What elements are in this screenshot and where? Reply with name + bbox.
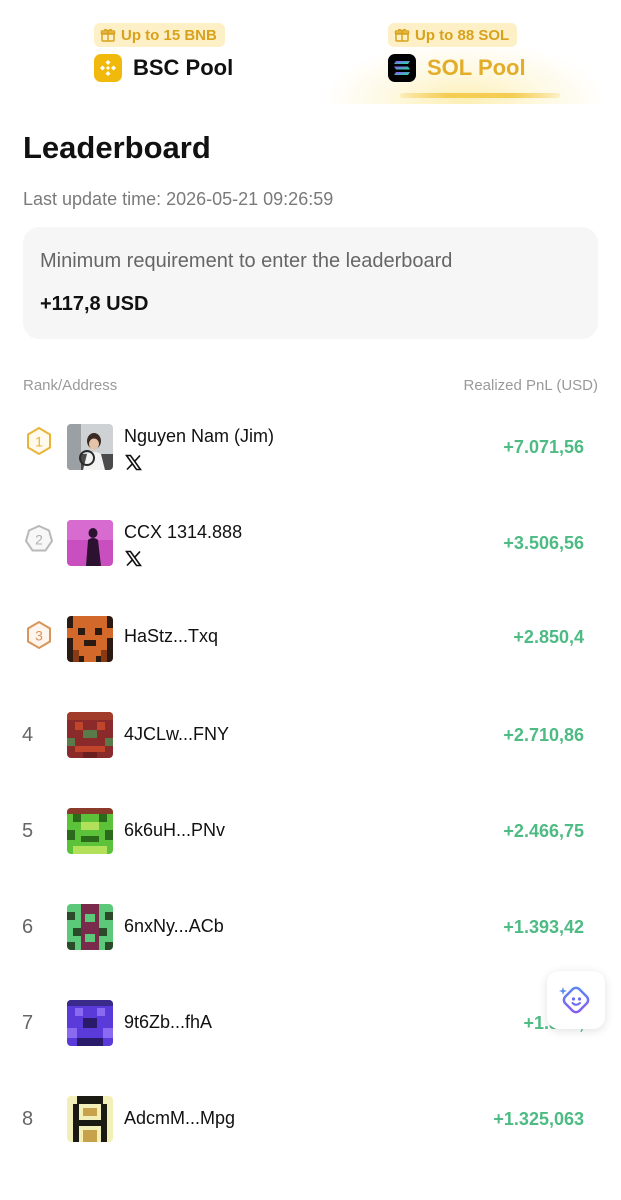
avatar (67, 1000, 113, 1046)
avatar (67, 424, 113, 470)
leaderboard-row[interactable]: 5 6k6uH...PNv +2.466,75 (0, 779, 621, 875)
row-name: 4JCLw...FNY (124, 724, 230, 744)
leaderboard-row[interactable]: 2 CCX 1314.888 +3.506,56 (0, 491, 621, 587)
avatar (67, 808, 113, 854)
row-name: 6k6uH...PNv (124, 820, 226, 840)
smiley-sparkle-icon (559, 986, 590, 1014)
row-name: Nguyen Nam (Jim) (124, 426, 275, 446)
avatar (67, 616, 113, 662)
leaderboard-row[interactable]: 3 HaStz...Txq +2.850,4 (0, 587, 621, 683)
row-pnl: +2.850,4 (513, 627, 584, 647)
leaderboard-list: 1 Nguyen Nam (Jim) +7.071,56 2 CCX 1314.… (0, 0, 621, 1200)
row-name: 6nxNy...ACb (124, 916, 224, 936)
leaderboard-row[interactable]: 1 Nguyen Nam (Jim) +7.071,56 (0, 395, 621, 491)
rank-number: 5 (22, 820, 34, 842)
x-logo-icon[interactable] (125, 550, 142, 567)
row-name: AdcmM...Mpg (124, 1108, 236, 1128)
row-pnl: +1.325,063 (493, 1109, 584, 1129)
rank-silver-badge-icon: 2 (24, 524, 54, 552)
x-logo-icon[interactable] (125, 454, 142, 471)
rank-number: 2 (35, 532, 43, 548)
leaderboard-row[interactable]: 8 AdcmM...Mpg +1.325,063 (0, 1067, 621, 1163)
leaderboard-row[interactable]: 6 6nxNy...ACb +1.393,42 (0, 875, 621, 971)
rank-number: 6 (22, 916, 34, 938)
rank-number: 7 (22, 1012, 34, 1034)
leaderboard-row[interactable]: 7 9t6Zb...fhA +1.360, (0, 971, 621, 1067)
rank-gold-badge-icon: 1 (27, 426, 51, 456)
avatar (67, 1096, 113, 1142)
avatar (67, 520, 113, 566)
row-pnl: +3.506,56 (503, 533, 584, 553)
avatar (67, 904, 113, 950)
avatar (67, 712, 113, 758)
leaderboard-row[interactable]: 4 4JCLw...FNY +2.710,86 (0, 683, 621, 779)
rank-number: 1 (35, 434, 43, 450)
row-name: 9t6Zb...fhA (124, 1012, 213, 1032)
rank-bronze-badge-icon: 3 (27, 620, 51, 650)
row-pnl: +1.393,42 (503, 917, 584, 937)
rank-number: 4 (22, 724, 34, 746)
row-name: CCX 1314.888 (124, 522, 243, 542)
row-pnl: +2.710,86 (503, 725, 584, 745)
row-pnl: +7.071,56 (503, 437, 584, 457)
row-pnl: +2.466,75 (503, 821, 584, 841)
row-name: HaStz...Txq (124, 626, 219, 646)
rank-number: 8 (22, 1108, 34, 1130)
rank-number: 3 (35, 628, 43, 644)
ai-assistant-button[interactable] (547, 971, 605, 1029)
